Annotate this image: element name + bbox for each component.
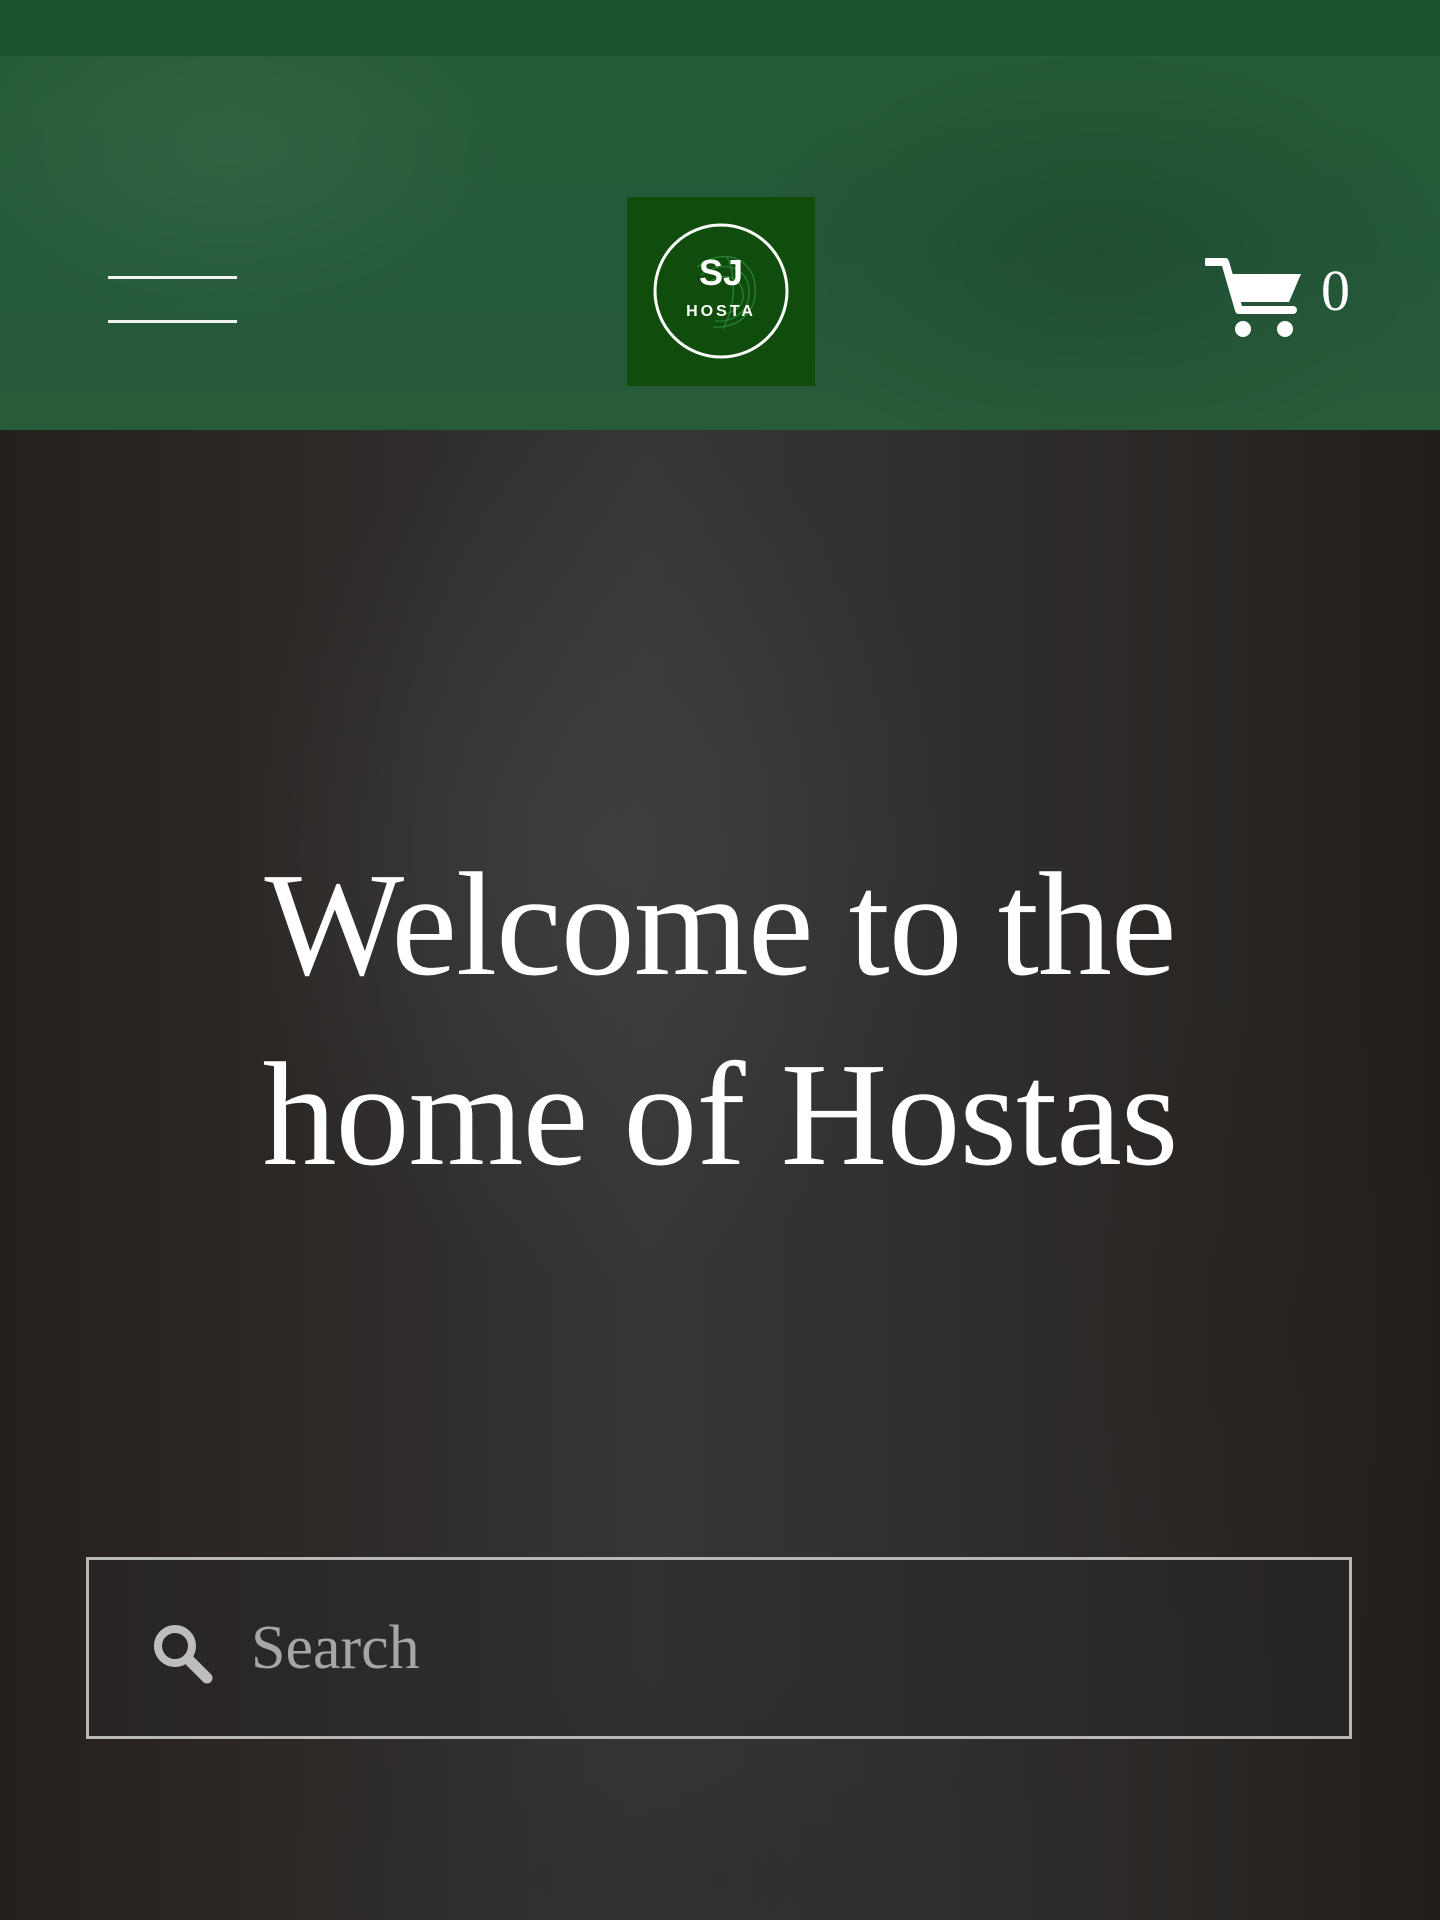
search-icon [154,1625,213,1684]
shopping-cart-icon [1205,258,1301,337]
logo-badge-icon: SJ HOSTA [653,223,789,359]
status-strip [0,0,1440,56]
logo-text-hosta: HOSTA [686,303,756,320]
page: SJ HOSTA 0 Welcome to the home of Hostas [0,0,1440,1920]
hero-title: Welcome to the home of Hostas [262,843,1179,1197]
cart-button[interactable]: 0 [1205,252,1365,342]
site-header: SJ HOSTA 0 [0,56,1440,430]
search-box[interactable] [86,1557,1352,1739]
site-logo[interactable]: SJ HOSTA [627,197,815,386]
logo-text-sj: SJ [699,252,743,293]
hamburger-menu-line [108,320,237,323]
search-input[interactable] [251,1590,1311,1706]
hamburger-menu-icon [108,276,237,279]
hamburger-menu-button[interactable] [100,216,240,323]
cart-count: 0 [1321,258,1350,323]
